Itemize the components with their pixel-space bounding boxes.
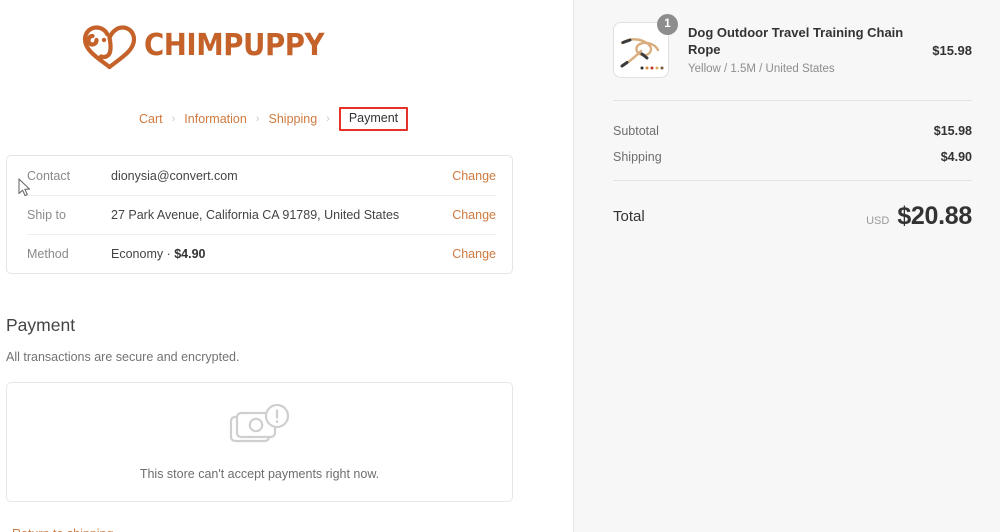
breadcrumb-item-information[interactable]: Information bbox=[184, 112, 247, 126]
review-value-method: Economy · $4.90 bbox=[111, 247, 452, 261]
review-row-contact: Contact dionysia@convert.com Change bbox=[7, 156, 512, 195]
order-line-item: 1 Dog Outdoor Travel Training Chain Rope… bbox=[613, 0, 972, 100]
payment-empty-message: This store can't accept payments right n… bbox=[139, 467, 380, 481]
shipping-label: Shipping bbox=[613, 150, 662, 164]
grand-total-row: Total USD $20.88 bbox=[613, 181, 972, 231]
breadcrumb-item-payment[interactable]: Payment bbox=[338, 107, 409, 131]
checkout-main-column: CHIMPUPPY Cart › Information › Shipping … bbox=[0, 0, 573, 532]
review-row-ship-to: Ship to 27 Park Avenue, California CA 91… bbox=[7, 195, 512, 234]
chevron-right-icon: › bbox=[255, 112, 260, 125]
payment-section: Payment All transactions are secure and … bbox=[0, 315, 573, 532]
payment-heading: Payment bbox=[6, 315, 76, 335]
product-price: $15.98 bbox=[932, 42, 972, 58]
method-name: Economy · bbox=[111, 246, 175, 261]
order-review-card: Contact dionysia@convert.com Change Ship… bbox=[6, 155, 513, 274]
shipping-value: $4.90 bbox=[940, 150, 972, 164]
subtotal-label: Subtotal bbox=[613, 124, 659, 138]
banknotes-warning-icon bbox=[228, 403, 292, 454]
total-row-subtotal: Subtotal $15.98 bbox=[613, 118, 972, 144]
review-label-contact: Contact bbox=[27, 168, 71, 183]
order-summary-column: 1 Dog Outdoor Travel Training Chain Rope… bbox=[573, 0, 1000, 532]
checkout-page: CHIMPUPPY Cart › Information › Shipping … bbox=[0, 0, 1000, 532]
chevron-right-icon: › bbox=[171, 112, 176, 125]
heart-dog-logo-icon bbox=[78, 22, 140, 70]
payment-empty-state-box: This store can't accept payments right n… bbox=[6, 382, 513, 502]
grand-total-value: $20.88 bbox=[897, 202, 972, 230]
totals-group: Subtotal $15.98 Shipping $4.90 bbox=[613, 101, 972, 180]
subtotal-value: $15.98 bbox=[933, 124, 972, 138]
change-contact-link[interactable]: Change bbox=[452, 169, 496, 183]
quantity-badge: 1 bbox=[657, 14, 678, 35]
store-logo[interactable]: CHIMPUPPY bbox=[0, 0, 573, 78]
change-method-link[interactable]: Change bbox=[452, 247, 496, 261]
store-name: CHIMPUPPY bbox=[144, 28, 325, 63]
review-label-method: Method bbox=[27, 246, 69, 261]
review-value-contact: dionysia@convert.com bbox=[111, 168, 238, 183]
payment-subtitle: All transactions are secure and encrypte… bbox=[6, 350, 240, 364]
review-value-ship-to: 27 Park Avenue, California CA 91789, Uni… bbox=[111, 207, 400, 222]
review-label-ship-to: Ship to bbox=[27, 207, 66, 222]
total-row-shipping: Shipping $4.90 bbox=[613, 144, 972, 170]
chevron-right-icon: › bbox=[326, 112, 330, 125]
product-thumbnail-wrap: 1 bbox=[613, 14, 678, 78]
breadcrumb-item-cart[interactable]: Cart bbox=[139, 112, 163, 126]
product-title: Dog Outdoor Travel Training Chain Rope bbox=[688, 25, 904, 57]
method-price: $4.90 bbox=[174, 246, 206, 261]
return-to-shipping-link[interactable]: Return to shipping bbox=[12, 527, 113, 532]
breadcrumb-item-shipping[interactable]: Shipping bbox=[269, 112, 318, 126]
grand-total-amount: USD $20.88 bbox=[866, 202, 972, 231]
review-row-method: Method Economy · $4.90 Change bbox=[7, 234, 512, 273]
breadcrumb: Cart › Information › Shipping › Payment bbox=[0, 102, 573, 136]
currency-code: USD bbox=[866, 215, 890, 227]
grand-total-label: Total bbox=[613, 208, 645, 225]
product-info: Dog Outdoor Travel Training Chain Rope Y… bbox=[669, 25, 918, 75]
change-ship-to-link[interactable]: Change bbox=[452, 208, 496, 222]
product-variant: Yellow / 1.5M / United States bbox=[688, 62, 835, 75]
